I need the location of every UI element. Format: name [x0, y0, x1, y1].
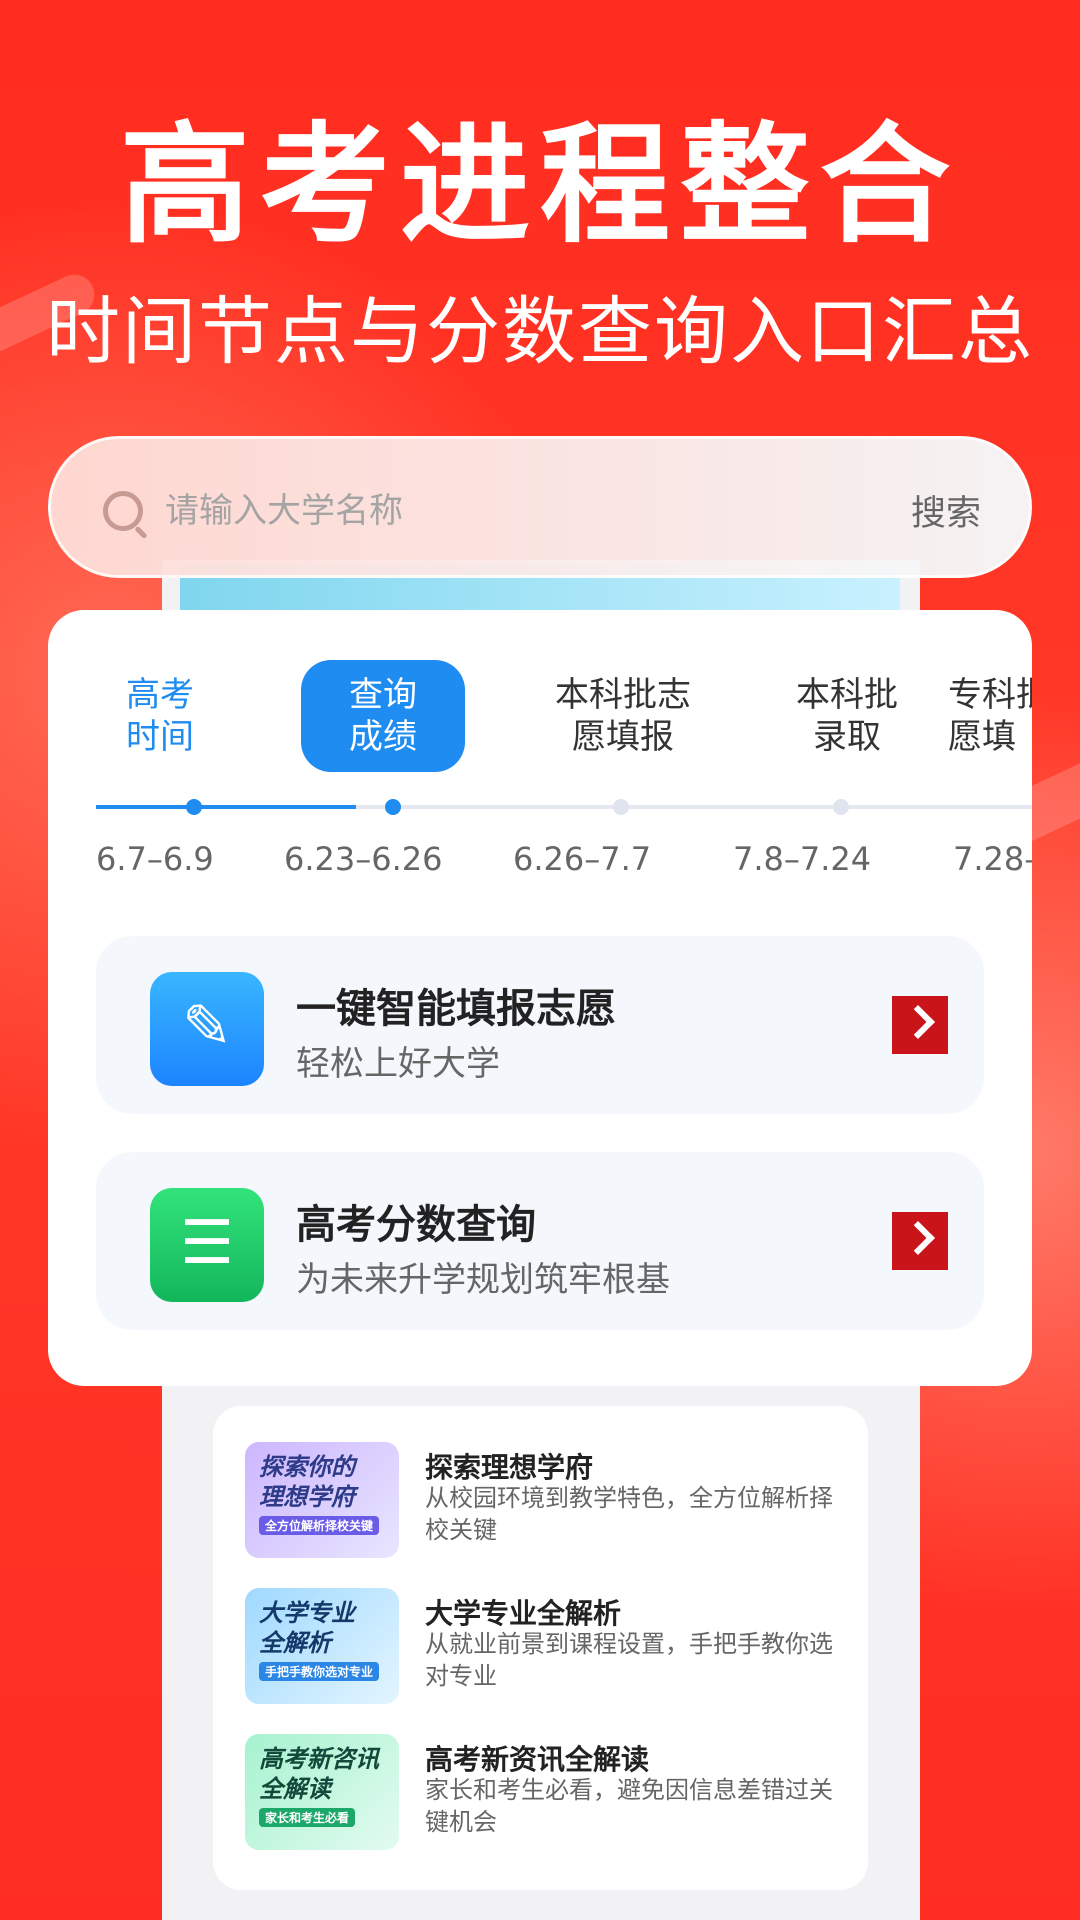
search-icon	[103, 491, 143, 531]
feature-subtitle: 为未来升学规划筑牢根基	[296, 1260, 670, 1300]
feature-title: 高考分数查询	[296, 1202, 536, 1248]
article-desc: 从校园环境到教学特色，全方位解析择校关键	[425, 1484, 833, 1544]
search-button[interactable]: 搜索	[911, 485, 981, 536]
article-thumbnail: 大学专业 全解析 手把手教你选对专业	[245, 1588, 399, 1704]
chevron-right-icon[interactable]	[892, 1212, 948, 1270]
search-bar: 搜索	[48, 436, 1032, 578]
thumbnail-badge: 手把手教你选对专业	[259, 1662, 380, 1681]
feature-score-query[interactable]: ☰ 高考分数查询 为未来升学规划筑牢根基	[96, 1152, 984, 1330]
thumbnail-title: 高考新咨讯 全解读	[259, 1745, 379, 1803]
feature-smart-application[interactable]: ✎ 一键智能填报志愿 轻松上好大学	[96, 936, 984, 1114]
thumbnail-badge: 全方位解析择校关键	[259, 1516, 380, 1535]
step-vocational-application[interactable]: 专科批 愿填	[948, 674, 1032, 758]
thumbnail-title: 探索你的 理想学府	[259, 1453, 355, 1511]
step-label: 高考 时间	[126, 675, 194, 757]
article-title: 高考新资讯全解读	[425, 1743, 650, 1776]
step-dot	[186, 799, 202, 815]
article-title: 探索理想学府	[425, 1451, 594, 1484]
thumbnail-title: 大学专业 全解析	[259, 1599, 355, 1657]
step-dot	[613, 799, 629, 815]
step-dot	[833, 799, 849, 815]
hero-subtitle: 时间节点与分数查询入口汇总	[46, 289, 1034, 375]
step-date: 7.28–	[953, 840, 1032, 878]
list-item[interactable]: 大学专业 全解析 手把手教你选对专业 大学专业全解析 从就业前景到课程设置，手把…	[245, 1588, 845, 1708]
article-thumbnail: 高考新咨讯 全解读 家长和考生必看	[245, 1734, 399, 1850]
list-item[interactable]: 探索你的 理想学府 全方位解析择校关键 探索理想学府 从校园环境到教学特色，全方…	[245, 1442, 845, 1562]
feature-subtitle: 轻松上好大学	[296, 1044, 500, 1084]
thumbnail-badge: 家长和考生必看	[259, 1808, 356, 1827]
step-date: 6.23–6.26	[284, 840, 443, 878]
feature-title: 一键智能填报志愿	[296, 986, 616, 1032]
hero-title: 高考进程整合	[119, 109, 960, 261]
article-desc: 从就业前景到课程设置，手把手教你选对专业	[425, 1630, 833, 1690]
main-card: 高考 时间 查询 成绩 本科批志 愿填报 本科批 录取 专科批 愿填 6.7–6…	[48, 610, 1032, 1386]
pencil-icon: ✎	[150, 972, 264, 1086]
step-label: 专科批 愿填	[948, 675, 1032, 757]
progress-track-done	[96, 805, 356, 809]
step-exam-time[interactable]: 高考 时间	[90, 674, 230, 758]
layers-search-icon: ☰	[150, 1188, 264, 1302]
search-input[interactable]	[163, 479, 807, 543]
chevron-right-icon[interactable]	[892, 996, 948, 1054]
step-date: 6.7–6.9	[96, 840, 214, 878]
article-title: 大学专业全解析	[425, 1597, 622, 1630]
step-date: 7.8–7.24	[733, 840, 872, 878]
step-label: 查询 成绩	[301, 660, 465, 772]
list-item[interactable]: 高考新咨讯 全解读 家长和考生必看 高考新资讯全解读 家长和考生必看，避免因信息…	[245, 1734, 845, 1854]
progress-steps: 高考 时间 查询 成绩 本科批志 愿填报 本科批 录取 专科批 愿填	[48, 660, 1032, 794]
article-desc: 家长和考生必看，避免因信息差错过关键机会	[425, 1776, 833, 1836]
article-list: 探索你的 理想学府 全方位解析择校关键 探索理想学府 从校园环境到教学特色，全方…	[213, 1406, 868, 1890]
step-date: 6.26–7.7	[513, 840, 652, 878]
app-page: 高考进程整合 时间节点与分数查询入口汇总 搜索 高考 时间 查询 成绩 本科批志…	[0, 0, 1080, 1920]
step-label: 本科批 录取	[796, 675, 898, 757]
step-dot	[385, 799, 401, 815]
article-thumbnail: 探索你的 理想学府 全方位解析择校关键	[245, 1442, 399, 1558]
step-label: 本科批志 愿填报	[555, 675, 691, 757]
